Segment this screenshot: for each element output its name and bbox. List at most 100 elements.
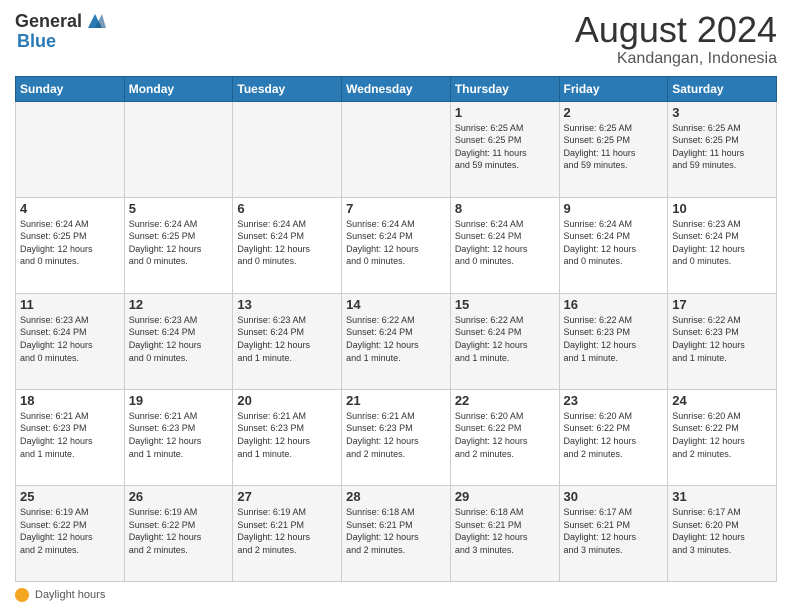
calendar-cell: 26Sunrise: 6:19 AM Sunset: 6:22 PM Dayli…	[124, 485, 233, 581]
logo-icon	[84, 10, 106, 32]
calendar-cell	[16, 101, 125, 197]
calendar-cell: 14 Sunrise: 6:22 AM Sunset: 6:24 PM Dayli…	[342, 293, 451, 389]
day-number: 30	[564, 489, 664, 504]
day-info: Sunrise: 6:23 AM Sunset: 6:24 PM Dayligh…	[672, 218, 772, 268]
calendar-cell: 1Sunrise: 6:25 AM Sunset: 6:25 PM Daylig…	[450, 101, 559, 197]
day-info: Sunrise: 6:21 AM Sunset: 6:23 PM Dayligh…	[129, 410, 229, 460]
day-info: Sunrise: 6:22 AM Sunset: 6:24 PM Dayligh…	[455, 314, 555, 364]
day-of-week-header: Friday	[559, 76, 668, 101]
header: General Blue August 2024 Kandangan, Indo…	[15, 10, 777, 68]
day-info: Sunrise: 6:24 AM Sunset: 6:24 PM Dayligh…	[346, 218, 446, 268]
day-info: Sunrise: 6:24 AM Sunset: 6:24 PM Dayligh…	[455, 218, 555, 268]
day-info: Sunrise: 6:22 AM Sunset: 6:24 PM Dayligh…	[346, 314, 446, 364]
day-info: Sunrise: 6:20 AM Sunset: 6:22 PM Dayligh…	[455, 410, 555, 460]
day-info: Sunrise: 6:18 AM Sunset: 6:21 PM Dayligh…	[346, 506, 446, 556]
day-number: 27	[237, 489, 337, 504]
calendar-cell: 20Sunrise: 6:21 AM Sunset: 6:23 PM Dayli…	[233, 389, 342, 485]
day-info: Sunrise: 6:20 AM Sunset: 6:22 PM Dayligh…	[564, 410, 664, 460]
day-number: 11	[20, 297, 120, 312]
day-info: Sunrise: 6:22 AM Sunset: 6:23 PM Dayligh…	[564, 314, 664, 364]
day-info: Sunrise: 6:24 AM Sunset: 6:25 PM Dayligh…	[20, 218, 120, 268]
calendar-cell: 7 Sunrise: 6:24 AM Sunset: 6:24 PM Daylig…	[342, 197, 451, 293]
subtitle: Kandangan, Indonesia	[575, 50, 777, 68]
calendar-cell	[233, 101, 342, 197]
day-of-week-header: Sunday	[16, 76, 125, 101]
day-number: 15	[455, 297, 555, 312]
calendar-week-row: 4 Sunrise: 6:24 AM Sunset: 6:25 PM Daylig…	[16, 197, 777, 293]
logo: General Blue	[15, 10, 106, 50]
header-row: SundayMondayTuesdayWednesdayThursdayFrid…	[16, 76, 777, 101]
day-info: Sunrise: 6:25 AM Sunset: 6:25 PM Dayligh…	[672, 122, 772, 172]
day-info: Sunrise: 6:25 AM Sunset: 6:25 PM Dayligh…	[455, 122, 555, 172]
calendar-cell: 16 Sunrise: 6:22 AM Sunset: 6:23 PM Dayli…	[559, 293, 668, 389]
day-number: 13	[237, 297, 337, 312]
day-info: Sunrise: 6:25 AM Sunset: 6:25 PM Dayligh…	[564, 122, 664, 172]
day-of-week-header: Saturday	[668, 76, 777, 101]
day-number: 8	[455, 201, 555, 216]
calendar-cell: 27 Sunrise: 6:19 AM Sunset: 6:21 PM Dayli…	[233, 485, 342, 581]
day-info: Sunrise: 6:24 AM Sunset: 6:24 PM Dayligh…	[564, 218, 664, 268]
day-number: 28	[346, 489, 446, 504]
calendar-week-row: 1Sunrise: 6:25 AM Sunset: 6:25 PM Daylig…	[16, 101, 777, 197]
day-number: 16	[564, 297, 664, 312]
calendar-cell: 21 Sunrise: 6:21 AM Sunset: 6:23 PM Dayli…	[342, 389, 451, 485]
title-block: August 2024 Kandangan, Indonesia	[575, 10, 777, 68]
logo-blue-text: Blue	[17, 32, 106, 50]
day-number: 29	[455, 489, 555, 504]
day-info: Sunrise: 6:22 AM Sunset: 6:23 PM Dayligh…	[672, 314, 772, 364]
day-number: 9	[564, 201, 664, 216]
day-info: Sunrise: 6:18 AM Sunset: 6:21 PM Dayligh…	[455, 506, 555, 556]
day-number: 4	[20, 201, 120, 216]
calendar-table: SundayMondayTuesdayWednesdayThursdayFrid…	[15, 76, 777, 582]
calendar-body: 1Sunrise: 6:25 AM Sunset: 6:25 PM Daylig…	[16, 101, 777, 581]
day-info: Sunrise: 6:21 AM Sunset: 6:23 PM Dayligh…	[20, 410, 120, 460]
calendar-cell: 22 Sunrise: 6:20 AM Sunset: 6:22 PM Dayli…	[450, 389, 559, 485]
day-of-week-header: Tuesday	[233, 76, 342, 101]
calendar-cell: 13Sunrise: 6:23 AM Sunset: 6:24 PM Dayli…	[233, 293, 342, 389]
calendar-week-row: 18Sunrise: 6:21 AM Sunset: 6:23 PM Dayli…	[16, 389, 777, 485]
day-number: 7	[346, 201, 446, 216]
day-number: 2	[564, 105, 664, 120]
day-number: 19	[129, 393, 229, 408]
day-info: Sunrise: 6:21 AM Sunset: 6:23 PM Dayligh…	[346, 410, 446, 460]
calendar-cell: 2 Sunrise: 6:25 AM Sunset: 6:25 PM Daylig…	[559, 101, 668, 197]
calendar-week-row: 25Sunrise: 6:19 AM Sunset: 6:22 PM Dayli…	[16, 485, 777, 581]
day-number: 14	[346, 297, 446, 312]
day-number: 22	[455, 393, 555, 408]
footer: Daylight hours	[15, 588, 777, 602]
calendar-cell: 6Sunrise: 6:24 AM Sunset: 6:24 PM Daylig…	[233, 197, 342, 293]
day-number: 10	[672, 201, 772, 216]
day-number: 23	[564, 393, 664, 408]
day-info: Sunrise: 6:21 AM Sunset: 6:23 PM Dayligh…	[237, 410, 337, 460]
day-info: Sunrise: 6:24 AM Sunset: 6:24 PM Dayligh…	[237, 218, 337, 268]
calendar-cell: 8 Sunrise: 6:24 AM Sunset: 6:24 PM Daylig…	[450, 197, 559, 293]
day-of-week-header: Wednesday	[342, 76, 451, 101]
calendar-header: SundayMondayTuesdayWednesdayThursdayFrid…	[16, 76, 777, 101]
calendar-cell: 28 Sunrise: 6:18 AM Sunset: 6:21 PM Dayli…	[342, 485, 451, 581]
calendar-cell: 17 Sunrise: 6:22 AM Sunset: 6:23 PM Dayli…	[668, 293, 777, 389]
calendar-cell: 10 Sunrise: 6:23 AM Sunset: 6:24 PM Dayli…	[668, 197, 777, 293]
sun-icon	[15, 588, 29, 602]
calendar-cell: 4 Sunrise: 6:24 AM Sunset: 6:25 PM Daylig…	[16, 197, 125, 293]
calendar-cell: 12Sunrise: 6:23 AM Sunset: 6:24 PM Dayli…	[124, 293, 233, 389]
calendar-cell: 24 Sunrise: 6:20 AM Sunset: 6:22 PM Dayli…	[668, 389, 777, 485]
day-of-week-header: Thursday	[450, 76, 559, 101]
day-info: Sunrise: 6:19 AM Sunset: 6:21 PM Dayligh…	[237, 506, 337, 556]
page: General Blue August 2024 Kandangan, Indo…	[0, 0, 792, 612]
day-number: 3	[672, 105, 772, 120]
calendar-cell: 25Sunrise: 6:19 AM Sunset: 6:22 PM Dayli…	[16, 485, 125, 581]
day-info: Sunrise: 6:20 AM Sunset: 6:22 PM Dayligh…	[672, 410, 772, 460]
calendar-cell: 11Sunrise: 6:23 AM Sunset: 6:24 PM Dayli…	[16, 293, 125, 389]
daylight-label: Daylight hours	[35, 589, 105, 601]
day-number: 31	[672, 489, 772, 504]
day-number: 24	[672, 393, 772, 408]
calendar-cell: 19 Sunrise: 6:21 AM Sunset: 6:23 PM Dayli…	[124, 389, 233, 485]
calendar-week-row: 11Sunrise: 6:23 AM Sunset: 6:24 PM Dayli…	[16, 293, 777, 389]
logo-general-text: General	[15, 12, 82, 30]
calendar-cell	[124, 101, 233, 197]
day-info: Sunrise: 6:24 AM Sunset: 6:25 PM Dayligh…	[129, 218, 229, 268]
day-number: 26	[129, 489, 229, 504]
day-number: 21	[346, 393, 446, 408]
calendar-cell: 9 Sunrise: 6:24 AM Sunset: 6:24 PM Daylig…	[559, 197, 668, 293]
day-number: 17	[672, 297, 772, 312]
